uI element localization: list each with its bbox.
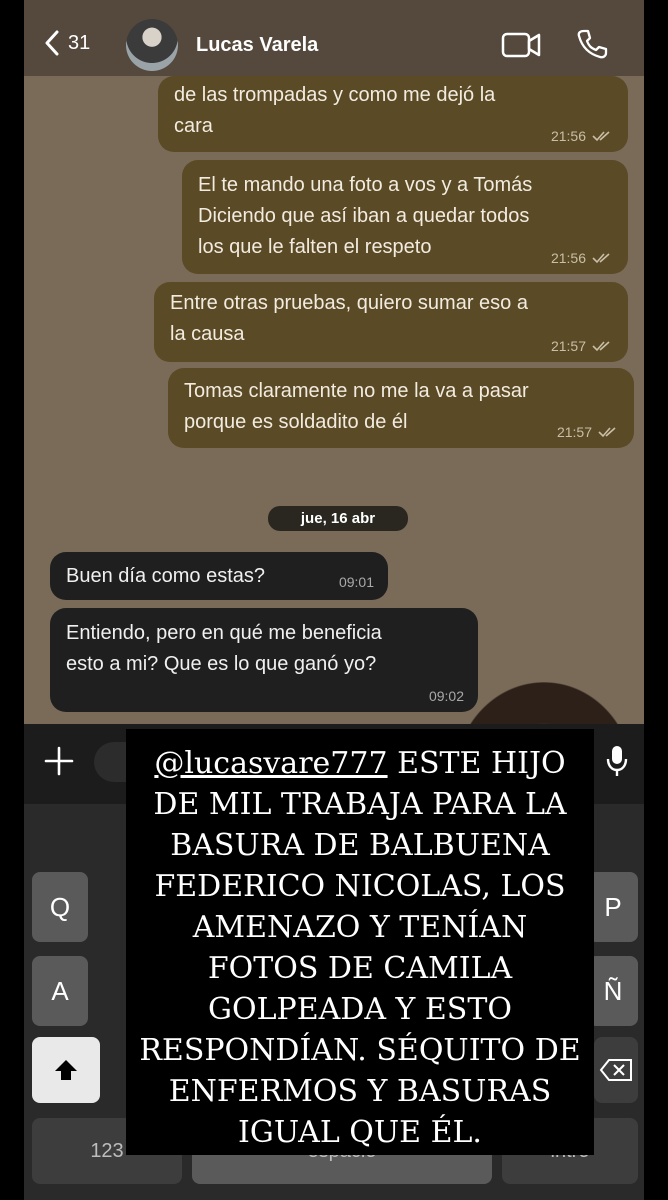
date-separator: jue, 16 abr	[268, 506, 408, 531]
key-a[interactable]: A	[32, 956, 88, 1026]
message-meta: 09:02	[429, 688, 464, 704]
message-text: Entiendo, pero en qué me beneficia esto …	[66, 622, 382, 675]
read-receipt-icon	[592, 131, 610, 142]
phone-call-icon[interactable]	[576, 28, 608, 60]
message-time: 09:01	[338, 574, 374, 590]
unread-count: 31	[68, 31, 91, 54]
message-bubble-outgoing[interactable]: Tomas claramente no me la va a pasar por…	[168, 368, 634, 448]
key-q[interactable]: Q	[32, 872, 88, 942]
message-bubble-outgoing[interactable]: Entre otras pruebas, quiero sumar eso a …	[154, 282, 628, 362]
caption-text: ESTE HIJO DE MIL TRABAJA PARA LA BASURA …	[139, 746, 581, 1150]
message-bubble-outgoing[interactable]: de las trompadas y como me dejó la cara …	[158, 76, 628, 152]
shift-key[interactable]	[32, 1037, 100, 1103]
mention-link[interactable]: @lucasvare777	[154, 746, 387, 781]
plus-icon[interactable]	[44, 746, 74, 776]
message-time: 21:56	[550, 128, 586, 144]
video-call-icon[interactable]	[501, 30, 541, 60]
story-caption: @lucasvare777 ESTE HIJO DE MIL TRABAJA P…	[126, 729, 594, 1155]
delete-key[interactable]	[594, 1037, 638, 1103]
back-chevron-icon	[45, 30, 59, 56]
read-receipt-icon	[592, 253, 610, 264]
message-bubble-incoming[interactable]: Buen día como estas? 09:01	[50, 552, 388, 600]
message-meta: 21:57	[551, 338, 614, 354]
message-bubble-incoming[interactable]: Entiendo, pero en qué me beneficia esto …	[50, 608, 478, 712]
back-button[interactable]: 31	[44, 30, 90, 56]
microphone-icon[interactable]	[606, 744, 628, 778]
message-time: 21:56	[550, 250, 586, 266]
chat-header: 31 Lucas Varela	[24, 0, 644, 76]
key-n-tilde[interactable]: Ñ	[588, 956, 638, 1026]
key-p[interactable]: P	[588, 872, 638, 942]
message-time: 09:02	[428, 688, 464, 704]
read-receipt-icon	[592, 341, 610, 352]
read-receipt-icon	[598, 427, 616, 438]
backspace-icon	[599, 1059, 632, 1081]
message-bubble-outgoing[interactable]: El te mando una foto a vos y a Tomás Dic…	[182, 160, 628, 274]
story-frame: 31 Lucas Varela de las trompadas y como …	[24, 0, 644, 1200]
message-time: 21:57	[550, 338, 586, 354]
avatar[interactable]	[126, 19, 178, 71]
message-meta: 09:01	[339, 574, 374, 590]
shift-icon	[55, 1060, 77, 1080]
message-meta: 21:56	[551, 128, 614, 144]
message-time: 21:57	[556, 424, 592, 440]
message-meta: 21:56	[551, 250, 614, 266]
contact-name[interactable]: Lucas Varela	[196, 34, 318, 57]
message-meta: 21:57	[557, 424, 620, 440]
